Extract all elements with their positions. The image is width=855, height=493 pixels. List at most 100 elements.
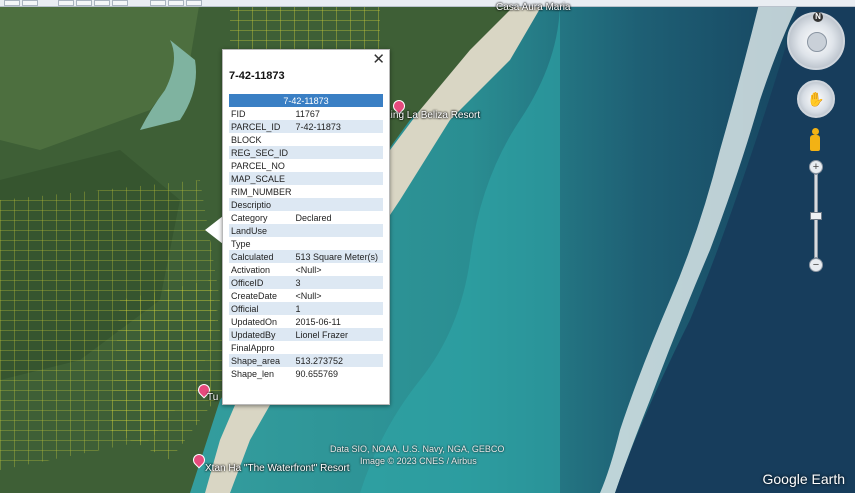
attribute-value	[294, 237, 383, 250]
attribute-value: 7-42-11873	[293, 120, 383, 133]
place-label[interactable]: Casa Aura Maria	[496, 2, 570, 13]
zoom-slider[interactable]: + −	[809, 160, 823, 272]
table-row: FID 11767	[229, 107, 383, 120]
table-row: BLOCK	[229, 133, 383, 146]
table-header: 7-42-11873	[229, 94, 383, 107]
toolbar-button[interactable]	[76, 0, 92, 6]
table-row: PARCEL_NO	[229, 159, 383, 172]
table-row: UpdatedBy Lionel Frazer	[229, 328, 383, 341]
table-row: Calculated 513 Square Meter(s)	[229, 250, 383, 263]
attribute-value	[294, 133, 383, 146]
table-row: Activation <Null>	[229, 263, 383, 276]
attribute-key: REG_SEC_ID	[229, 146, 294, 159]
place-label[interactable]: King La Beliza Resort	[384, 110, 480, 121]
zoom-in-button[interactable]: +	[809, 160, 823, 174]
attribute-key: Shape_len	[231, 368, 275, 379]
toolbar-button[interactable]	[4, 0, 20, 6]
attribute-key: RIM_NUMBER	[231, 186, 292, 197]
attribute-value	[294, 185, 383, 198]
table-row: LandUse	[229, 224, 383, 237]
table-row: Shape_len 90.655769	[229, 367, 383, 380]
north-indicator: N	[813, 12, 823, 22]
attribute-key: UpdatedOn	[231, 316, 278, 327]
attribute-value: <Null>	[295, 290, 322, 301]
place-label[interactable]: Tu	[207, 392, 218, 403]
pegman-body	[810, 135, 820, 151]
attribute-key: Official	[229, 302, 294, 315]
attribute-key: BLOCK	[231, 134, 262, 145]
attribute-value	[293, 172, 383, 185]
google-earth-logo: Google Earth	[762, 471, 846, 487]
attribute-key: Activation	[231, 264, 271, 275]
toolbar-button[interactable]	[150, 0, 166, 6]
table-row: Category Declared	[229, 211, 383, 224]
attribute-value: Declared	[295, 212, 332, 223]
table-row: PARCEL_ID 7-42-11873	[229, 120, 383, 133]
map-view[interactable]: King La Beliza Resort Casa Aura Maria Tu…	[0, 0, 855, 493]
attribute-key: UpdatedBy	[229, 328, 294, 341]
table-row: UpdatedOn 2015-06-11	[229, 315, 383, 328]
attribute-key: Calculated	[229, 250, 294, 263]
table-row: MAP_SCALE	[229, 172, 383, 185]
pegman-head	[812, 128, 819, 135]
attribute-key: Type	[231, 238, 251, 249]
table-row: Shape_area 513.273752	[229, 354, 383, 367]
toolbar-button[interactable]	[94, 0, 110, 6]
table-row: Descriptio	[229, 198, 383, 211]
toolbar-button[interactable]	[22, 0, 38, 6]
attribute-value: Lionel Frazer	[293, 328, 383, 341]
toolbar	[0, 0, 855, 7]
attribute-key: PARCEL_ID	[229, 120, 294, 133]
compass-icon[interactable]: N	[787, 12, 845, 70]
attribution-line: Data SIO, NOAA, U.S. Navy, NGA, GEBCO	[330, 444, 505, 454]
toolbar-button[interactable]	[186, 0, 202, 6]
attribute-key: Shape_area	[229, 354, 294, 367]
attribute-key: Category	[231, 212, 268, 223]
table-row: Type	[229, 237, 383, 250]
attribute-value: <Null>	[295, 264, 322, 275]
attribute-value	[294, 341, 383, 354]
street-view-pegman-icon[interactable]	[810, 128, 820, 152]
attribute-value: 11767	[295, 108, 320, 119]
attribute-key: Descriptio	[229, 198, 294, 211]
popup-title: 7-42-11873	[229, 70, 285, 82]
zoom-out-button[interactable]: −	[809, 258, 823, 272]
table-row: CreateDate <Null>	[229, 289, 383, 302]
table-row: RIM_NUMBER	[229, 185, 383, 198]
attribute-value: 513 Square Meter(s)	[293, 250, 383, 263]
info-popup: ✕ 7-42-11873 7-42-11873 FID 11767 PARCEL_I…	[222, 49, 390, 405]
zoom-thumb[interactable]	[810, 212, 822, 220]
attribute-key: PARCEL_NO	[231, 160, 285, 171]
table-row: OfficeID 3	[229, 276, 383, 289]
attribute-key: FID	[231, 108, 246, 119]
satellite-imagery	[0, 0, 855, 493]
popup-pointer	[205, 216, 223, 244]
place-label[interactable]: Xtan Ha "The Waterfront" Resort	[205, 463, 350, 474]
look-around-icon[interactable]: ✋	[797, 80, 835, 118]
table-row: FinalAppro	[229, 341, 383, 354]
attribute-value: 513.273752	[293, 354, 383, 367]
attribute-table: 7-42-11873 FID 11767 PARCEL_ID 7-42-11873 BL…	[229, 94, 383, 380]
attribute-key: MAP_SCALE	[229, 172, 294, 185]
attribute-value: 3	[293, 276, 383, 289]
toolbar-button[interactable]	[112, 0, 128, 6]
close-icon[interactable]: ✕	[372, 52, 385, 68]
attribute-key: FinalAppro	[231, 342, 275, 353]
attribute-value: 2015-06-11	[295, 316, 341, 327]
attribute-value	[294, 159, 383, 172]
compass-eye-icon	[807, 32, 827, 52]
attribute-key: OfficeID	[229, 276, 294, 289]
attribute-key: CreateDate	[231, 290, 278, 301]
attribution-line: Image © 2023 CNES / Airbus	[360, 456, 477, 466]
attribute-value	[293, 224, 383, 237]
toolbar-button[interactable]	[168, 0, 184, 6]
toolbar-button[interactable]	[58, 0, 74, 6]
attribute-value	[293, 146, 383, 159]
attribute-key: LandUse	[229, 224, 294, 237]
navigation-controls: N ✋ + −	[775, 8, 855, 278]
table-row: REG_SEC_ID	[229, 146, 383, 159]
attribute-value: 90.655769	[295, 368, 339, 379]
attribute-value	[293, 198, 383, 211]
table-row: Official 1	[229, 302, 383, 315]
attribute-value: 1	[293, 302, 383, 315]
